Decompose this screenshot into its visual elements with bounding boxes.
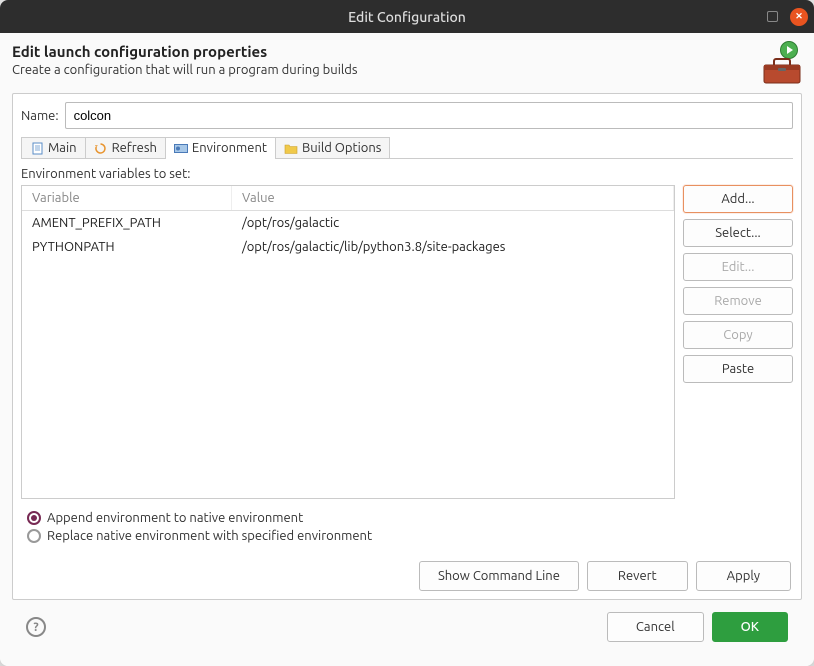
folder-icon [284,141,298,155]
paste-button[interactable]: Paste [683,355,793,383]
file-icon [30,141,44,155]
env-mode-radios: Append environment to native environment… [21,511,793,547]
radio-replace-label: Replace native environment with specifie… [47,529,372,543]
tab-build-label: Build Options [302,141,381,155]
cell-value: /opt/ros/galactic [232,213,674,233]
remove-button: Remove [683,287,793,315]
name-input[interactable] [65,102,793,129]
table-row[interactable]: AMENT_PREFIX_PATH /opt/ros/galactic [22,211,674,235]
footer: ? Cancel OK [12,600,802,656]
tab-refresh-label: Refresh [112,141,157,155]
name-label: Name: [21,109,59,123]
radio-append-label: Append environment to native environment [47,511,303,525]
revert-button[interactable]: Revert [587,561,688,591]
show-command-line-button[interactable]: Show Command Line [419,561,579,591]
add-button[interactable]: Add... [683,185,793,213]
radio-append[interactable]: Append environment to native environment [27,511,793,525]
tab-environment-label: Environment [192,141,267,155]
copy-button: Copy [683,321,793,349]
radio-replace[interactable]: Replace native environment with specifie… [27,529,793,543]
table-row[interactable]: PYTHONPATH /opt/ros/galactic/lib/python3… [22,235,674,259]
tab-content-environment: Environment variables to set: Variable V… [21,163,793,547]
table-header: Variable Value [22,186,674,211]
titlebar: Edit Configuration [0,0,814,33]
help-icon[interactable]: ? [26,617,46,637]
header-text: Edit launch configuration properties Cre… [12,43,746,77]
env-vars-label: Environment variables to set: [21,167,793,181]
cell-variable: AMENT_PREFIX_PATH [22,213,232,233]
select-button[interactable]: Select... [683,219,793,247]
col-variable[interactable]: Variable [22,186,232,210]
radio-icon [27,529,41,543]
env-table[interactable]: Variable Value AMENT_PREFIX_PATH /opt/ro… [21,185,675,499]
environment-icon [174,141,188,155]
toolbox-icon [762,57,802,85]
env-row: Variable Value AMENT_PREFIX_PATH /opt/ro… [21,185,793,499]
panel-bottom-buttons: Show Command Line Revert Apply [21,561,793,591]
cell-value: /opt/ros/galactic/lib/python3.8/site-pac… [232,237,674,257]
tab-refresh[interactable]: Refresh [85,137,166,158]
refresh-icon [94,141,108,155]
tab-main[interactable]: Main [21,137,86,158]
ok-button[interactable]: OK [712,612,788,642]
name-row: Name: [21,102,793,129]
col-value[interactable]: Value [232,186,674,210]
cell-variable: PYTHONPATH [22,237,232,257]
dialog-body: Edit launch configuration properties Cre… [0,33,814,666]
maximize-icon[interactable] [767,11,778,22]
dialog-window: Edit Configuration Edit launch configura… [0,0,814,666]
page-title: Edit launch configuration properties [12,43,746,60]
tab-environment[interactable]: Environment [165,137,276,158]
tab-main-label: Main [48,141,77,155]
radio-icon [27,511,41,525]
config-panel: Name: Main Refresh [12,93,802,600]
footer-buttons: Cancel OK [607,612,788,642]
close-icon[interactable] [790,8,808,26]
page-subtitle: Create a configuration that will run a p… [12,63,746,77]
cancel-button[interactable]: Cancel [607,612,704,642]
titlebar-buttons [767,8,808,26]
header-icon [754,45,802,85]
env-buttons: Add... Select... Edit... Remove Copy Pas… [683,185,793,499]
window-title: Edit Configuration [8,9,806,25]
header: Edit launch configuration properties Cre… [12,43,802,85]
edit-button: Edit... [683,253,793,281]
tab-build-options[interactable]: Build Options [275,137,390,158]
tabs: Main Refresh Environment [21,137,793,159]
table-body: AMENT_PREFIX_PATH /opt/ros/galactic PYTH… [22,211,674,498]
apply-button[interactable]: Apply [696,561,791,591]
